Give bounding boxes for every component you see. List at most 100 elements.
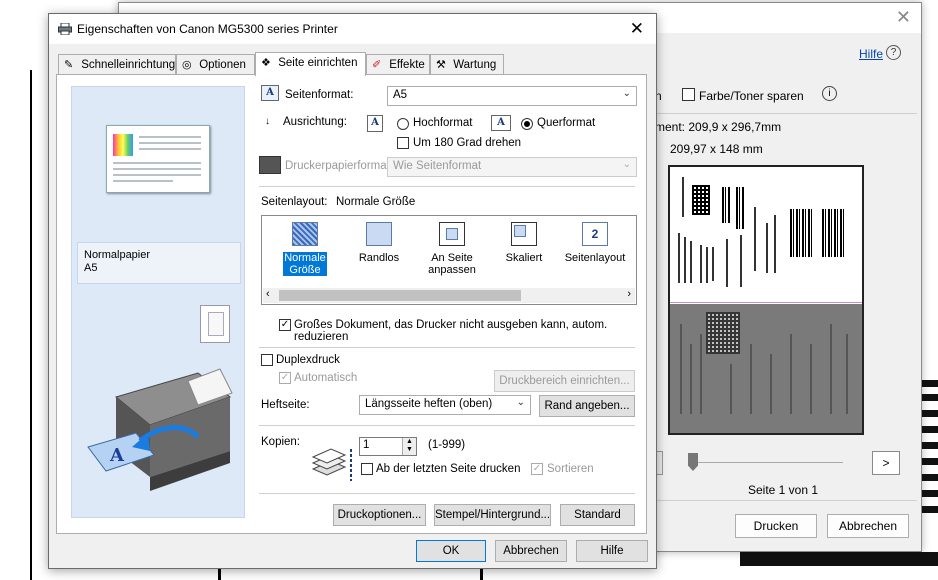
layout-label: Normale Größe — [283, 252, 327, 276]
staple-side-label: Heftseite: — [261, 399, 310, 411]
text-line — [113, 174, 201, 176]
layout-label: An Seite anpassen — [428, 252, 476, 276]
text-line — [139, 148, 201, 150]
layout-borderless[interactable]: Randlos — [346, 222, 412, 264]
default-button[interactable]: Standard — [560, 504, 635, 526]
reverse-order-label[interactable]: Ab der letzten Seite drucken — [376, 463, 520, 475]
paper-size-label: 209,97 x 148 mm — [670, 142, 763, 156]
page-preview — [668, 165, 864, 435]
printer-illustration-icon: A — [87, 368, 233, 491]
duplex-checkbox[interactable] — [261, 354, 273, 366]
landscape-icon: A — [491, 115, 511, 131]
layout-scrollbar[interactable]: ‹ › — [263, 288, 635, 303]
stamp-background-button[interactable]: Stempel/Hintergrund... — [434, 504, 551, 526]
ok-button[interactable]: OK — [416, 540, 486, 562]
tab-options[interactable]: ◎ Optionen — [176, 54, 255, 75]
color-sample — [113, 134, 133, 156]
text-line — [113, 180, 173, 182]
info-icon[interactable]: i — [822, 86, 837, 101]
layout-fit-to-page[interactable]: An Seite anpassen — [419, 222, 485, 276]
normal-size-icon — [292, 222, 318, 246]
printer-paper-select[interactable]: Wie Seitenformat ⌄ — [387, 157, 637, 177]
page-layout-label: Seitenlayout: — [261, 196, 328, 208]
background-stripe — [922, 506, 938, 513]
collate-label[interactable]: Sortieren — [547, 463, 594, 475]
borderless-icon — [366, 222, 392, 246]
large-document-label[interactable]: Großes Dokument, das Drucker nicht ausge… — [294, 319, 646, 343]
portrait-radio[interactable] — [397, 118, 409, 130]
collate-checkbox[interactable]: ✓ — [531, 463, 543, 475]
chevron-down-icon: ⌄ — [622, 159, 631, 170]
rotate-180-checkbox[interactable] — [397, 137, 409, 149]
copies-icon — [311, 448, 352, 481]
save-toner-checkbox[interactable] — [682, 88, 695, 101]
rotate-180-label[interactable]: Um 180 Grad drehen — [413, 137, 521, 149]
orientation-label: Ausrichtung: — [283, 116, 347, 128]
qr-code — [706, 312, 740, 354]
tab-effects[interactable]: ✐ Effekte — [366, 54, 430, 75]
dialog-title: Eigenschaften von Canon MG5300 series Pr… — [77, 22, 338, 36]
next-page-button[interactable]: > — [872, 451, 900, 475]
layout-page-layout[interactable]: 2 Seitenlayout — [562, 222, 628, 264]
help-link[interactable]: Hilfe — [859, 47, 883, 61]
page-size-value: A5 — [393, 89, 408, 101]
help-button[interactable]: Hilfe — [576, 540, 648, 562]
preview-grey-sheet — [670, 304, 862, 433]
dialog-titlebar: Eigenschaften von Canon MG5300 series Pr… — [49, 14, 656, 44]
tab-page-setup[interactable]: ❖ Seite einrichten — [255, 52, 366, 76]
text-column — [754, 207, 756, 271]
large-document-checkbox[interactable]: ✓ — [279, 319, 291, 331]
preview-close-icon[interactable]: ✕ — [896, 7, 911, 28]
layout-label: Seitenlayout — [564, 252, 626, 264]
printer-icon — [58, 23, 72, 35]
text-line — [139, 136, 201, 138]
printer-paper-label: Druckerpapierformat: — [285, 160, 394, 172]
help-icon[interactable]: ? — [886, 45, 901, 60]
text-column — [726, 239, 728, 287]
print-area-button[interactable]: Druckbereich einrichten... — [494, 370, 635, 392]
portrait-label[interactable]: Hochformat — [413, 117, 472, 129]
tab-maintenance[interactable]: ⚒ Wartung — [430, 54, 504, 75]
copies-stepper[interactable]: ▲ ▼ — [402, 438, 416, 455]
page-size-select[interactable]: A5 ⌄ — [387, 86, 637, 106]
copies-input[interactable]: 1 ▲ ▼ — [359, 437, 417, 456]
print-button[interactable]: Drucken — [735, 514, 817, 538]
reverse-order-checkbox[interactable] — [361, 463, 373, 475]
arrow-down-icon: ↓ — [265, 116, 270, 127]
landscape-radio[interactable] — [521, 118, 533, 130]
text-column — [774, 215, 776, 273]
barcode — [790, 209, 814, 257]
cancel-button[interactable]: Abbrechen — [495, 540, 567, 562]
landscape-label[interactable]: Querformat — [537, 117, 595, 129]
automatic-checkbox[interactable]: ✓ — [279, 372, 291, 384]
chevron-down-icon: ⌄ — [516, 397, 525, 408]
close-icon[interactable]: ✕ — [630, 19, 644, 39]
portrait-icon: A — [367, 115, 383, 132]
tab-label: Schnelleinrichtung — [81, 59, 176, 71]
tab-label: Effekte — [389, 59, 425, 71]
layout-normal-size[interactable]: Normale Größe — [272, 222, 338, 276]
page-slider-track[interactable] — [695, 462, 843, 463]
layout-scaled[interactable]: Skaliert — [491, 222, 557, 264]
tab-quick-setup[interactable]: ✎ Schnelleinrichtung — [58, 54, 176, 75]
print-options-button[interactable]: Druckoptionen... — [333, 504, 426, 526]
text-column — [740, 235, 742, 287]
text-column — [706, 247, 708, 283]
background-stripe — [922, 490, 938, 497]
page-layout-value: Normale Größe — [336, 196, 416, 208]
margin-button[interactable]: Rand angeben... — [539, 395, 635, 417]
staple-side-select[interactable]: Längsseite heften (oben) ⌄ — [359, 395, 531, 415]
page-slider-thumb[interactable] — [688, 453, 698, 471]
text-line — [113, 168, 201, 170]
cancel-button[interactable]: Abbrechen — [827, 514, 909, 538]
printer-properties-dialog: Eigenschaften von Canon MG5300 series Pr… — [48, 13, 657, 569]
text-column — [712, 247, 714, 281]
scroll-left-icon[interactable]: ‹ — [266, 288, 270, 300]
scroll-right-icon[interactable]: › — [627, 288, 631, 300]
duplex-label[interactable]: Duplexdruck — [276, 354, 340, 366]
scroll-thumb[interactable] — [279, 290, 521, 301]
divider — [259, 186, 635, 187]
automatic-label[interactable]: Automatisch — [294, 372, 357, 384]
background-stripe — [922, 394, 938, 401]
save-toner-label[interactable]: Farbe/Toner sparen — [699, 89, 804, 103]
